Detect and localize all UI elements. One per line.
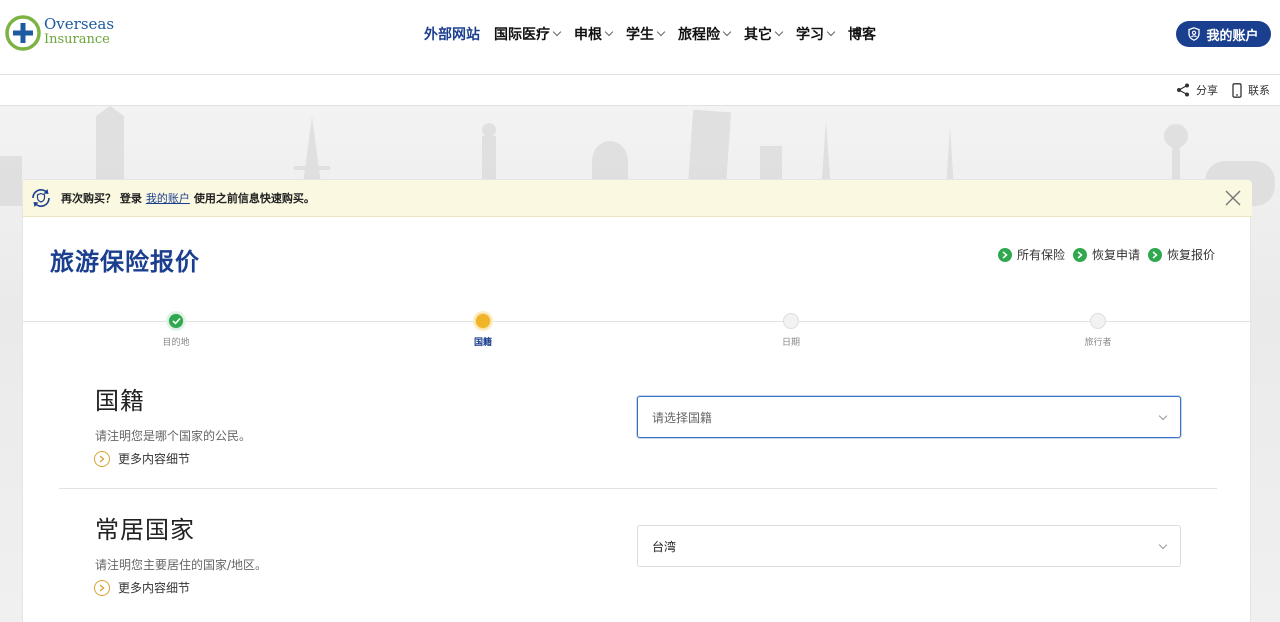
main-nav: 外部网站 国际医疗 申根 学生 旅程险 其它 学习 博客: [424, 24, 890, 44]
chevron-down-icon: [1158, 540, 1168, 550]
nationality-select-placeholder: 请选择国籍: [652, 410, 713, 425]
arrow-right-circle-icon: [998, 247, 1012, 262]
quote-card: 再次购买？ 登录 我的账户 使用之前信息快速购买。 旅游保险报价 所有保险 恢复申…: [22, 179, 1252, 622]
chevron-down-icon: [656, 27, 666, 37]
step-label: 目的地: [162, 338, 190, 348]
close-icon[interactable]: [1224, 189, 1242, 207]
chevron-right-circle-icon: [94, 579, 110, 596]
nav-item-1[interactable]: 国际医疗: [494, 24, 562, 44]
quick-link-label: 恢复申请: [1092, 248, 1141, 262]
nav-item-7[interactable]: 博客: [848, 24, 876, 44]
step-label: 日期: [781, 338, 800, 348]
nationality-select[interactable]: 请选择国籍: [637, 396, 1181, 438]
nav-item-label: 申根: [574, 27, 602, 43]
share-label: 分享: [1196, 84, 1218, 97]
section-divider: [59, 488, 1217, 489]
nav-item-label: 国际医疗: [494, 27, 550, 43]
arrow-right-circle-icon: [1148, 247, 1163, 262]
notice-suffix: 使用之前信息快速购买。: [193, 192, 315, 205]
nationality-more-details-link[interactable]: 更多内容细节: [94, 450, 190, 467]
nav-item-3[interactable]: 学生: [626, 24, 666, 44]
chevron-down-icon: [552, 27, 562, 37]
residence-select-value: 台湾: [652, 539, 677, 554]
my-account-label: 我的账户: [1206, 28, 1259, 44]
step-dot: [475, 313, 491, 329]
nav-item-label: 学习: [796, 27, 824, 43]
share-link[interactable]: 分享: [1176, 82, 1218, 98]
logo-cross-icon: [5, 15, 41, 51]
chevron-down-icon: [604, 27, 614, 37]
residence-more-details-link[interactable]: 更多内容细节: [94, 579, 190, 596]
chevron-down-icon: [826, 27, 836, 37]
step-0[interactable]: 目的地: [136, 313, 216, 348]
step-dot: [1090, 313, 1106, 329]
chevron-right-circle-icon: [94, 450, 110, 467]
repeat-purchase-icon: [32, 188, 50, 208]
residence-title: 常居国家: [95, 516, 195, 544]
share-icon: [1177, 83, 1189, 97]
step-label: 国籍: [473, 338, 492, 348]
quick-link-label: 所有保险: [1017, 248, 1066, 262]
quick-link-0[interactable]: 所有保险: [998, 246, 1065, 263]
quick-links: 所有保险 恢复申请 恢复报价: [998, 246, 1223, 263]
share-bar: 分享 联系: [0, 75, 1280, 106]
nationality-more-label: 更多内容细节: [118, 452, 191, 466]
logo-wordmark: Overseas Insurance: [44, 16, 114, 48]
nationality-title: 国籍: [95, 387, 145, 415]
notice-account-link[interactable]: 我的账户: [146, 190, 190, 206]
nav-item-label: 旅程险: [678, 27, 720, 43]
nav-item-4[interactable]: 旅程险: [678, 24, 732, 44]
nav-item-5[interactable]: 其它: [744, 24, 784, 44]
nav-item-label: 博客: [848, 27, 876, 43]
chevron-down-icon: [774, 27, 784, 37]
nav-item-label: 其它: [744, 27, 772, 43]
nav-item-6[interactable]: 学习: [796, 24, 836, 44]
logo-line1: Overseas: [44, 15, 115, 33]
contact-label: 联系: [1248, 84, 1270, 97]
phone-icon: [1232, 82, 1242, 98]
logo-line2: Insurance: [44, 32, 110, 47]
nav-item-label: 外部网站: [424, 27, 480, 43]
check-circle-icon: [168, 313, 184, 329]
quick-link-2[interactable]: 恢复报价: [1148, 246, 1215, 263]
residence-description: 请注明您主要居住的国家/地区。: [95, 558, 268, 572]
site-logo[interactable]: Overseas Insurance: [4, 14, 114, 54]
arrow-right-circle-icon: [1073, 247, 1088, 262]
quick-link-label: 恢复报价: [1167, 248, 1216, 262]
step-label: 旅行者: [1084, 338, 1112, 348]
step-dot: [783, 313, 799, 329]
my-account-button[interactable]: 我的账户: [1176, 21, 1271, 47]
notice-prefix: 再次购买？ 登录: [61, 192, 142, 205]
chevron-down-icon: [722, 27, 732, 37]
page-title: 旅游保险报价: [50, 248, 200, 276]
returning-customer-notice: 再次购买？ 登录 我的账户 使用之前信息快速购买。: [23, 180, 1252, 217]
nav-item-label: 学生: [626, 27, 654, 43]
quick-link-1[interactable]: 恢复申请: [1073, 246, 1140, 263]
nationality-description: 请注明您是哪个国家的公民。: [95, 429, 252, 443]
shield-user-icon: [1188, 27, 1201, 41]
step-2[interactable]: 日期: [751, 313, 831, 348]
step-3[interactable]: 旅行者: [1058, 313, 1138, 348]
residence-select[interactable]: 台湾: [637, 525, 1181, 567]
chevron-down-icon: [1158, 411, 1168, 421]
top-navigation-bar: Overseas Insurance 外部网站 国际医疗 申根 学生 旅程险 其它 学习 博客…: [0, 0, 1280, 75]
contact-link[interactable]: 联系: [1232, 82, 1270, 98]
residence-more-label: 更多内容细节: [118, 581, 191, 595]
nav-item-0[interactable]: 外部网站: [424, 24, 480, 44]
nav-item-2[interactable]: 申根: [574, 24, 614, 44]
step-1[interactable]: 国籍: [443, 313, 523, 348]
